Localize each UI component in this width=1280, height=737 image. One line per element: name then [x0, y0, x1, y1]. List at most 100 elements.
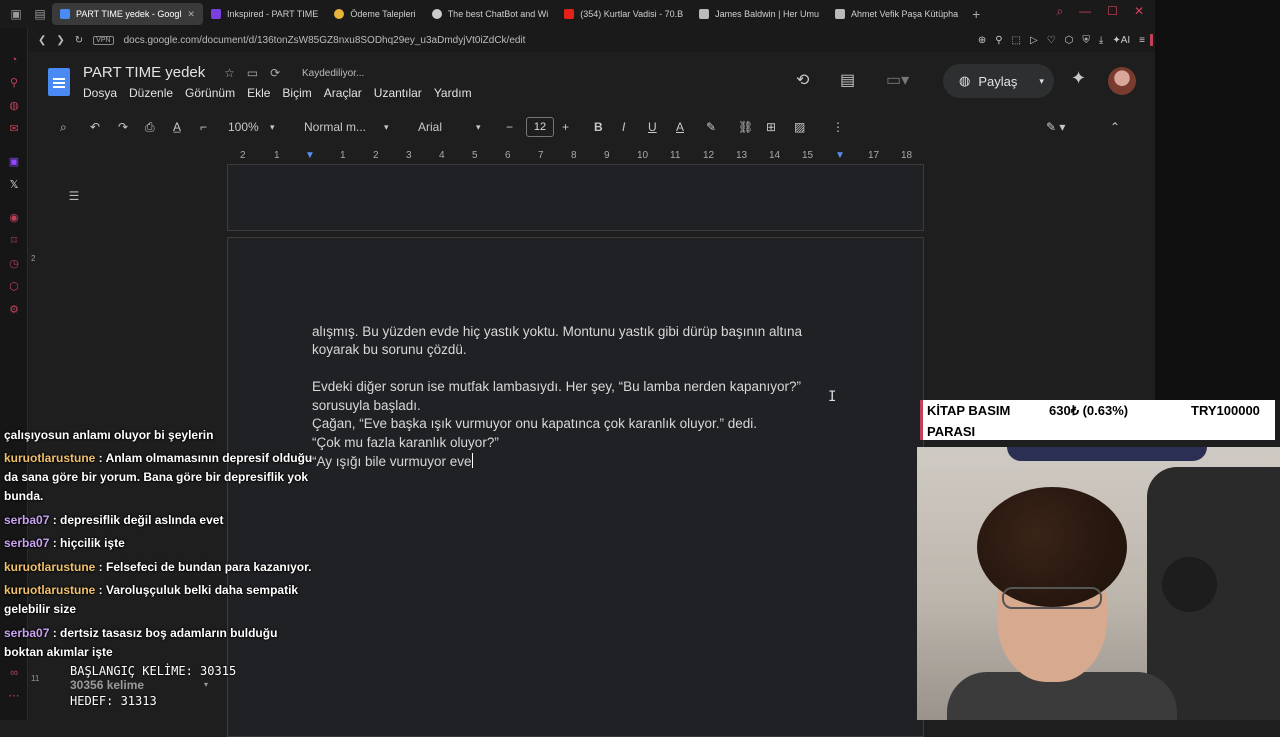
menu-insert[interactable]: Ekle	[247, 86, 270, 100]
underline-icon[interactable]: U	[648, 120, 657, 134]
maximize-icon[interactable]: ☐	[1107, 4, 1118, 19]
menu-tools[interactable]: Araçlar	[324, 86, 362, 100]
browser-tab[interactable]: Ahmet Vefik Paşa Kütüpha	[827, 3, 966, 25]
move-folder-icon[interactable]: ▭	[247, 66, 258, 80]
document-page[interactable]: alışmış. Bu yüzden evde hiç yastık yoktu…	[227, 237, 924, 737]
print-icon[interactable]: ⎙	[145, 120, 155, 135]
download-icon[interactable]: ⤓	[1099, 35, 1103, 46]
zoom-icon[interactable]: ⊕	[978, 35, 986, 46]
search-tabs-icon[interactable]: ⌕	[1056, 4, 1063, 19]
history-icon[interactable]: ◔	[0, 48, 28, 71]
gemini-icon[interactable]: ✦	[1071, 68, 1086, 89]
menu-edit[interactable]: Düzenle	[129, 86, 173, 100]
spellcheck-icon[interactable]: A̲	[173, 120, 181, 134]
font-size-input[interactable]: 12	[526, 117, 554, 137]
zoom-select[interactable]: 100%	[228, 120, 259, 134]
avatar[interactable]	[1108, 67, 1136, 95]
menu-icon[interactable]: ≡	[1139, 35, 1145, 46]
search-icon[interactable]: ⌕	[60, 120, 67, 135]
close-icon[interactable]: ✕	[187, 9, 195, 20]
bag-icon[interactable]: ⚲	[0, 71, 28, 94]
minimize-icon[interactable]: —	[1079, 4, 1091, 19]
shield-icon[interactable]: ⛨	[1082, 35, 1090, 46]
meet-icon[interactable]: ▭▾	[886, 70, 909, 90]
twitch-icon[interactable]: ▣	[0, 150, 28, 173]
vpn-badge[interactable]: VPN	[93, 35, 114, 45]
right-indent-marker-icon[interactable]: ▼	[835, 150, 845, 161]
close-window-icon[interactable]: ✕	[1134, 4, 1144, 19]
cube-icon[interactable]: ⬡	[0, 275, 28, 298]
link-icon[interactable]: ⛓	[738, 120, 753, 134]
sync-icon[interactable]: ⟳	[270, 66, 280, 80]
x-icon[interactable]: 𝕏	[0, 173, 28, 196]
messenger-icon[interactable]: ◍	[0, 94, 28, 117]
menu-format[interactable]: Biçim	[282, 86, 311, 100]
paragraph-line[interactable]: alışmış. Bu yüzden evde hiç yastık yoktu…	[312, 324, 802, 339]
browser-tab[interactable]: Ödeme Talepleri	[326, 3, 423, 25]
new-tab-button[interactable]: +	[966, 6, 986, 22]
decrease-size-icon[interactable]: −	[506, 120, 513, 134]
url-field[interactable]: docs.google.com/document/d/136tonZsW85GZ…	[124, 35, 526, 46]
forward-icon[interactable]: ❯	[56, 35, 64, 46]
undo-icon[interactable]: ↶	[90, 120, 100, 134]
chevron-down-icon[interactable]: ▾	[204, 680, 208, 689]
bookmark-icon[interactable]: ⌑	[0, 229, 28, 252]
player-icon[interactable]: ◉	[0, 206, 28, 229]
paragraph-line[interactable]: sorusuyla başladı.	[312, 398, 421, 413]
menu-file[interactable]: Dosya	[83, 86, 117, 100]
bold-icon[interactable]: B	[594, 120, 603, 134]
chevron-down-icon[interactable]: ▾	[384, 122, 389, 133]
comment-icon[interactable]: ⊞	[766, 120, 776, 134]
snapshot-icon[interactable]: ⬚	[1012, 35, 1021, 46]
comments-icon[interactable]: ▤	[840, 70, 855, 90]
paragraph-line[interactable]: “Ay ışığı bile vurmuyor eve	[312, 453, 473, 469]
paint-format-icon[interactable]: ⌐	[200, 120, 207, 134]
heart-icon[interactable]: ♡	[1047, 35, 1056, 46]
menu-view[interactable]: Görünüm	[185, 86, 235, 100]
browser-tab[interactable]: James Baldwin | Her Umu	[691, 3, 827, 25]
word-count-label[interactable]: 30356 kelime	[70, 678, 144, 692]
redo-icon[interactable]: ↷	[118, 120, 128, 134]
pin-icon[interactable]: ⚲	[995, 35, 1002, 46]
cube-icon[interactable]: ⬡	[1065, 35, 1074, 46]
paragraph-line[interactable]: “Çok mu fazla karanlık oluyor?”	[312, 435, 499, 450]
browser-tab[interactable]: (354) Kurtlar Vadisi - 70.B	[556, 3, 691, 25]
back-icon[interactable]: ❮	[38, 35, 46, 46]
browser-tab[interactable]: PART TIME yedek - Googl ✕	[52, 3, 203, 25]
more-options-icon[interactable]: ⋮	[832, 120, 844, 134]
sidebar-toggle-icon[interactable]: ▣	[4, 2, 28, 26]
reload-icon[interactable]: ↻	[75, 35, 83, 46]
chevron-down-icon[interactable]: ▾	[1039, 76, 1044, 87]
mail-icon[interactable]: ✉	[0, 117, 28, 140]
style-select[interactable]: Normal m...	[304, 120, 366, 134]
paragraph-line[interactable]: Evdeki diğer sorun ise mutfak lambasıydı…	[312, 379, 801, 394]
document-outline-icon[interactable]: ☰	[62, 186, 86, 206]
play-icon[interactable]: ▷	[1030, 35, 1038, 46]
menu-help[interactable]: Yardım	[434, 86, 472, 100]
paragraph-line[interactable]: Çağan, “Eve başka ışık vurmuyor onu kapa…	[312, 416, 757, 431]
docs-logo-icon[interactable]	[48, 68, 70, 96]
image-icon[interactable]: ▨	[794, 120, 805, 134]
paragraph-line[interactable]: koyarak bu sorunu çözdü.	[312, 342, 467, 357]
clock-icon[interactable]: ◷	[0, 252, 28, 275]
ai-icon[interactable]: ✦AI	[1112, 35, 1130, 46]
chevron-down-icon[interactable]: ▾	[476, 122, 481, 133]
version-history-icon[interactable]: ⟲	[796, 70, 809, 90]
italic-icon[interactable]: I	[622, 120, 625, 134]
increase-size-icon[interactable]: +	[562, 120, 569, 134]
star-icon[interactable]: ☆	[224, 66, 235, 80]
editing-mode-icon[interactable]: ✎ ▾	[1046, 120, 1065, 134]
collapse-menu-icon[interactable]: ⌃	[1110, 120, 1120, 134]
share-button[interactable]: ◍ Paylaş ▾	[943, 64, 1054, 98]
font-select[interactable]: Arial	[418, 120, 442, 134]
chevron-down-icon[interactable]: ▾	[270, 122, 275, 133]
more-icon[interactable]: ⋯	[0, 684, 28, 707]
text-color-icon[interactable]: A	[676, 120, 684, 134]
extension-icon[interactable]: ∞	[0, 661, 28, 684]
document-title[interactable]: PART TIME yedek	[83, 64, 205, 81]
indent-marker-icon[interactable]: ▼	[305, 150, 315, 161]
settings-icon[interactable]: ⚙	[0, 298, 28, 321]
browser-tab[interactable]: The best ChatBot and Wi	[424, 3, 557, 25]
workspaces-icon[interactable]: ▤	[28, 2, 52, 26]
browser-tab[interactable]: Inkspired - PART TIME	[203, 3, 326, 25]
